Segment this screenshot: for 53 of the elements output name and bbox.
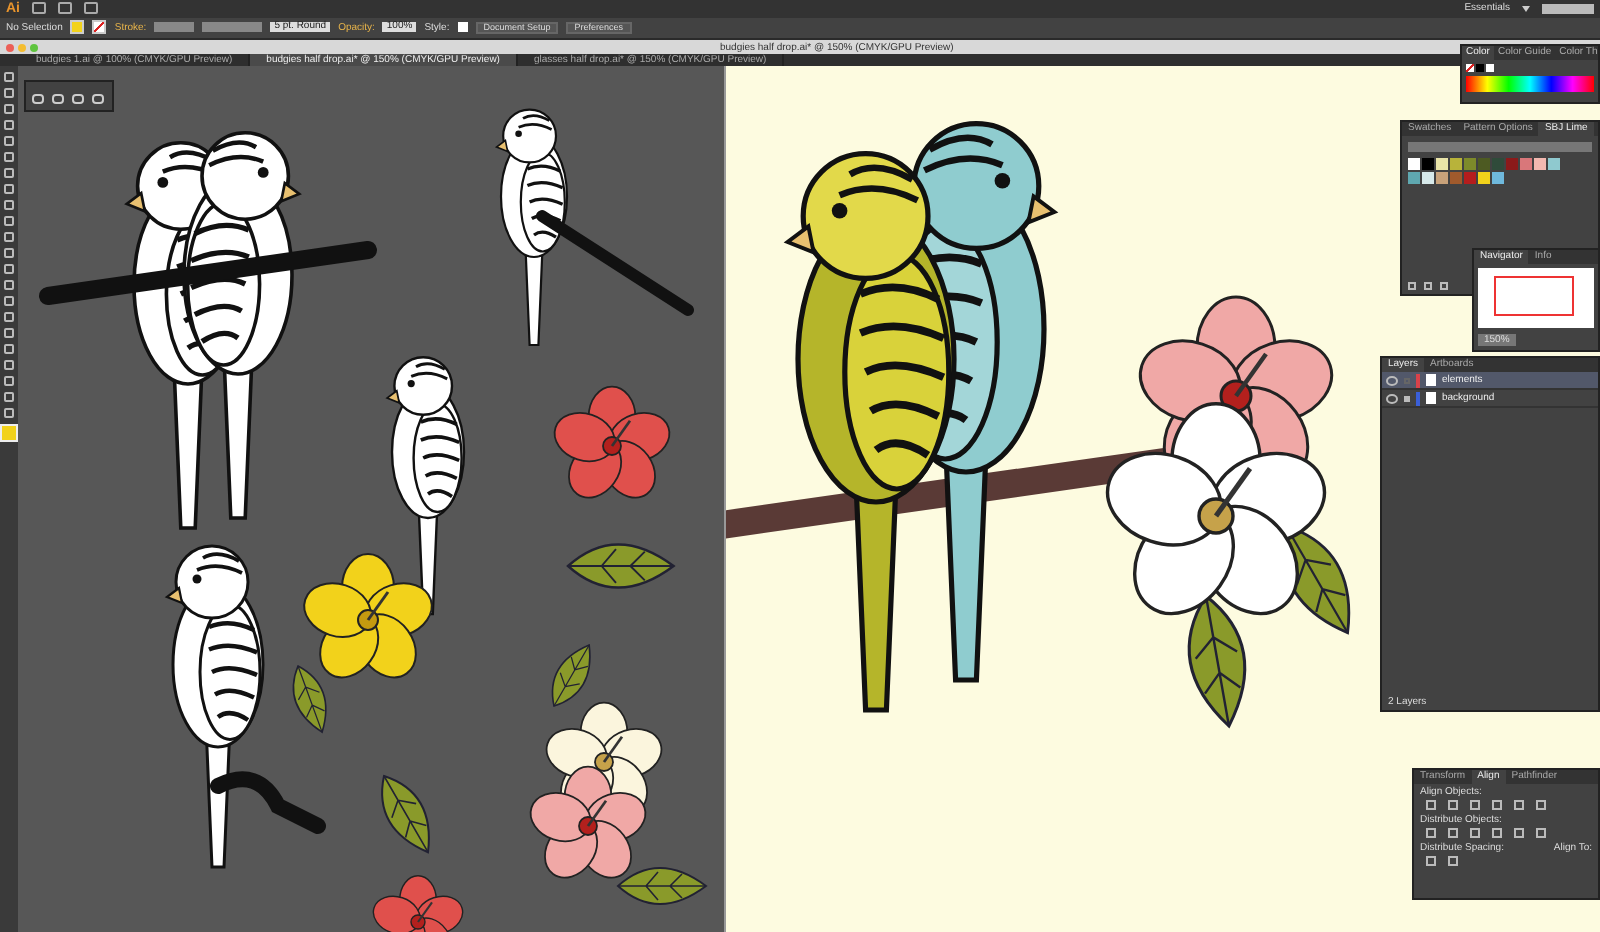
swatch[interactable]	[1464, 158, 1476, 170]
swatch[interactable]	[1534, 158, 1546, 170]
align-icon[interactable]	[1448, 800, 1458, 810]
stroke-swatch[interactable]	[92, 20, 107, 35]
swatch[interactable]	[1436, 158, 1448, 170]
lock-icon[interactable]	[1404, 395, 1410, 401]
swatch[interactable]	[1450, 158, 1462, 170]
swatch[interactable]	[1408, 172, 1420, 184]
swatch[interactable]	[1492, 158, 1504, 170]
variable-width-field[interactable]	[202, 22, 263, 33]
align-icon[interactable]	[1448, 856, 1458, 866]
swatch[interactable]	[1450, 172, 1462, 184]
align-icon[interactable]	[1426, 856, 1436, 866]
swatch[interactable]	[1436, 172, 1448, 184]
swatch[interactable]	[1476, 64, 1484, 72]
align-icon[interactable]	[1426, 828, 1436, 838]
view-frame[interactable]	[1494, 276, 1574, 316]
align-icon[interactable]	[1470, 800, 1480, 810]
leaf-drawing	[566, 543, 675, 589]
align-icon[interactable]	[1536, 828, 1546, 838]
color-spectrum[interactable]	[1466, 76, 1594, 92]
search-field[interactable]	[1542, 3, 1594, 14]
hibiscus-drawing	[372, 875, 464, 932]
caret-icon[interactable]	[1522, 5, 1530, 12]
align-icon[interactable]	[1536, 800, 1546, 810]
swatch[interactable]	[1520, 158, 1532, 170]
hibiscus-drawing	[553, 385, 671, 499]
swatch[interactable]	[1478, 172, 1490, 184]
align-icon[interactable]	[1492, 828, 1502, 838]
none-swatch[interactable]	[1466, 64, 1474, 72]
leaf-drawing	[292, 665, 327, 733]
swatch[interactable]	[1464, 172, 1476, 184]
align-icon[interactable]	[1514, 828, 1524, 838]
fill-swatch[interactable]	[70, 20, 85, 35]
swatch[interactable]	[1408, 158, 1420, 170]
style-swatch[interactable]	[457, 22, 468, 33]
align-icon[interactable]	[1448, 828, 1458, 838]
swatch[interactable]	[1492, 172, 1504, 184]
leaf-drawing	[381, 775, 430, 854]
stroke-weight-field[interactable]	[154, 22, 195, 33]
swatch[interactable]	[1548, 158, 1560, 170]
search-field[interactable]	[1408, 142, 1592, 152]
swatch[interactable]	[1422, 172, 1434, 184]
align-icon[interactable]	[1470, 828, 1480, 838]
swatch[interactable]	[1486, 64, 1494, 72]
branch-drawing	[210, 771, 326, 834]
align-icon[interactable]	[1492, 800, 1502, 810]
align-icon[interactable]	[1426, 800, 1436, 810]
align-icon[interactable]	[1514, 800, 1524, 810]
swatch[interactable]	[1506, 158, 1518, 170]
swatch[interactable]	[1422, 158, 1434, 170]
swatch[interactable]	[1478, 158, 1490, 170]
hibiscus-drawing	[303, 553, 433, 679]
